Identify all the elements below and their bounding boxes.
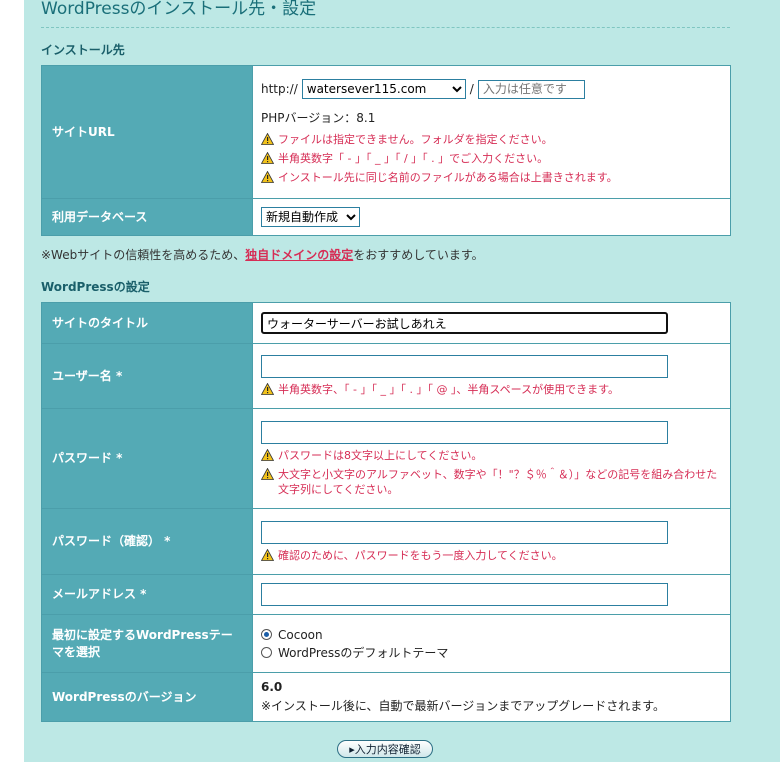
confirm-input-button[interactable]: ▸入力内容確認 (337, 740, 433, 758)
warning-text: 半角英数字、「 - 」「 _ 」「 . 」「 @ 」、半角スペースが使用できます… (278, 383, 620, 396)
install-table: サイトURL http:// watersever115.com / PHPバー… (41, 65, 731, 236)
domain-notice: ※Webサイトの信頼性を高めるため、独自ドメインの設定をおすすめしています。 (41, 246, 484, 263)
warning-icon (261, 152, 274, 164)
protocol-text: http:// (261, 82, 298, 96)
theme-option-label: Cocoon (278, 627, 323, 642)
radio-selected-icon[interactable] (261, 629, 272, 640)
warning-row: インストール先に同じ名前のファイルがある場合は上書きされます。 (261, 170, 722, 185)
site-url-label: サイトURL (41, 65, 253, 199)
theme-cell: Cocoon WordPressのデフォルトテーマ (252, 614, 731, 673)
install-path-input[interactable] (477, 79, 585, 99)
db-cell: 新規自動作成 (252, 198, 731, 236)
title-divider (41, 27, 730, 28)
site-title-input[interactable] (261, 312, 668, 334)
database-select[interactable]: 新規自動作成 (261, 207, 360, 227)
theme-label: 最初に設定するWordPressテーマを選択 (41, 614, 253, 673)
site-url-cell: http:// watersever115.com / PHPバージョン：8.1… (252, 65, 731, 199)
warning-row: 確認のために、パスワードをもう一度入力してください。 (261, 548, 722, 563)
warning-icon (261, 133, 274, 145)
warning-icon (261, 383, 274, 395)
username-cell: 半角英数字、「 - 」「 _ 」「 . 」「 @ 」、半角スペースが使用できます… (252, 343, 731, 409)
wp-settings-table: サイトのタイトル ユーザー名 * 半角英数字、「 - 」「 _ 」「 . 」「 … (41, 302, 731, 722)
username-label: ユーザー名 * (41, 343, 253, 409)
site-title-label: サイトのタイトル (41, 302, 253, 344)
db-label: 利用データベース (41, 198, 253, 236)
warning-icon (261, 548, 274, 561)
warning-row: パスワードは8文字以上にしてください。 (261, 448, 722, 463)
version-note: ※インストール後に、自動で最新バージョンまでアップグレードされます。 (261, 699, 666, 713)
email-label: メールアドレス * (41, 574, 253, 615)
password-confirm-input[interactable] (261, 520, 668, 544)
theme-option-label: WordPressのデフォルトテーマ (278, 645, 449, 660)
theme-option-default[interactable]: WordPressのデフォルトテーマ (261, 644, 722, 662)
warning-text: 半角英数字「 - 」「 _ 」「 / 」「 . 」でご入力ください。 (278, 152, 549, 165)
php-version: PHPバージョン：8.1 (261, 111, 376, 125)
version-label: WordPressのバージョン (41, 672, 253, 722)
password-input[interactable] (261, 420, 668, 444)
warning-row: ファイルは指定できません。フォルダを指定ください。 (261, 132, 722, 147)
warning-icon (261, 171, 274, 183)
domain-settings-link[interactable]: 独自ドメインの設定 (245, 248, 353, 262)
version-value: 6.0 (261, 680, 283, 694)
page-title: WordPressのインストール先・設定 (41, 0, 317, 19)
email-input[interactable] (261, 583, 668, 606)
warning-row: 半角英数字「 - 」「 _ 」「 / 」「 . 」でご入力ください。 (261, 151, 722, 166)
warning-icon (261, 467, 274, 480)
password-confirm-cell: 確認のために、パスワードをもう一度入力してください。 (252, 508, 731, 575)
path-slash: / (469, 82, 474, 96)
wp-section-heading: WordPressの設定 (41, 280, 150, 294)
warning-row: 半角英数字、「 - 」「 _ 」「 . 」「 @ 」、半角スペースが使用できます… (261, 382, 722, 397)
warning-text: パスワードは8文字以上にしてください。 (278, 448, 483, 462)
version-cell: 6.0 ※インストール後に、自動で最新バージョンまでアップグレードされます。 (252, 672, 731, 722)
domain-select[interactable]: watersever115.com (301, 79, 466, 99)
email-cell (252, 574, 731, 615)
notice-suffix: をおすすめしています。 (353, 248, 484, 262)
site-title-cell (252, 302, 731, 344)
password-label: パスワード * (41, 408, 253, 509)
radio-icon[interactable] (261, 647, 272, 658)
warning-icon (261, 448, 274, 461)
install-section-heading: インストール先 (41, 43, 125, 57)
warning-text: 大文字と小文字のアルファベット、数字や「！"？＄％＾＆）」などの記号を組み合わせ… (278, 467, 718, 496)
notice-prefix: ※Webサイトの信頼性を高めるため、 (41, 248, 246, 262)
password-cell: パスワードは8文字以上にしてください。 大文字と小文字のアルファベット、数字や「… (252, 408, 731, 509)
warning-text: ファイルは指定できません。フォルダを指定ください。 (278, 133, 553, 146)
username-input[interactable] (261, 355, 668, 378)
warning-row: 大文字と小文字のアルファベット、数字や「！"？＄％＾＆）」などの記号を組み合わせ… (261, 467, 722, 497)
warning-text: インストール先に同じ名前のファイルがある場合は上書きされます。 (278, 171, 618, 184)
password-confirm-label: パスワード（確認） * (41, 508, 253, 575)
warning-text: 確認のために、パスワードをもう一度入力してください。 (278, 548, 563, 562)
theme-option-cocoon[interactable]: Cocoon (261, 626, 722, 644)
